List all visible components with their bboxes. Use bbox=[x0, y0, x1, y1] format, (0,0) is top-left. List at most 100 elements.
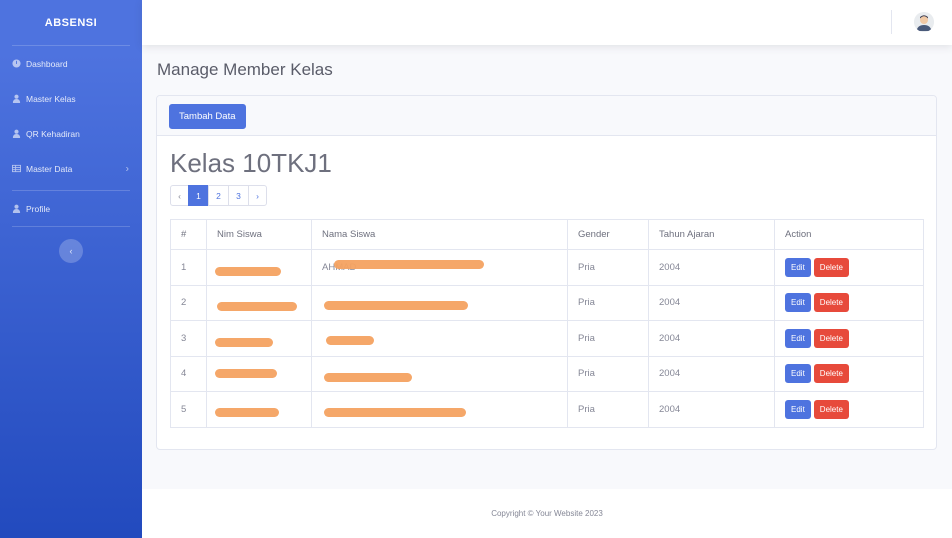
column-header-tahun: Tahun Ajaran bbox=[648, 219, 775, 250]
sidebar-item-label: Dashboard bbox=[26, 58, 68, 69]
sidebar-toggle-button[interactable]: ‹ bbox=[59, 239, 83, 263]
gender-cell: Pria bbox=[567, 249, 649, 286]
sidebar-item-master-data[interactable]: Master Data › bbox=[0, 151, 142, 186]
table-row: 5 Pria 2004 Edit Delete bbox=[170, 391, 924, 428]
avatar[interactable] bbox=[914, 12, 934, 32]
delete-button[interactable]: Delete bbox=[813, 257, 849, 277]
topbar-divider bbox=[891, 10, 892, 34]
table-row: 1 AHMAD Pria 2004 EditDelete bbox=[170, 249, 924, 286]
member-card: Tambah Data Kelas 10TKJ1 ‹ 1 2 3 › # Nim… bbox=[156, 95, 937, 450]
add-data-button[interactable]: Tambah Data bbox=[169, 104, 246, 129]
card-header: Tambah Data bbox=[157, 96, 936, 136]
nama-cell bbox=[311, 355, 568, 392]
class-title: Kelas 10TKJ1 bbox=[170, 148, 332, 178]
tahun-cell: 2004 bbox=[648, 284, 775, 321]
gender-cell: Pria bbox=[567, 391, 649, 428]
nim-cell bbox=[206, 320, 312, 357]
user-avatar-icon bbox=[914, 12, 934, 32]
nama-cell bbox=[311, 320, 568, 357]
nim-cell bbox=[206, 249, 312, 286]
tahun-cell: 2004 bbox=[648, 249, 775, 286]
brand-title[interactable]: ABSENSI bbox=[0, 0, 142, 45]
action-cell: Edit Delete bbox=[774, 391, 924, 428]
delete-button[interactable]: Delete bbox=[813, 293, 849, 313]
pagination: ‹ 1 2 3 › bbox=[170, 185, 267, 206]
delete-button[interactable]: Delete bbox=[813, 399, 849, 419]
table-row: 2 Pria 2004 Edit Delete bbox=[170, 284, 924, 321]
edit-button[interactable]: Edit bbox=[785, 328, 811, 348]
copyright-text: Copyright © Your Website 2023 bbox=[491, 509, 603, 518]
pagination-page-1[interactable]: 1 bbox=[188, 185, 209, 206]
sidebar-item-label: Profile bbox=[26, 203, 51, 214]
column-header-nim: Nim Siswa bbox=[206, 219, 312, 250]
redaction-mark bbox=[215, 369, 277, 379]
sidebar: ABSENSI Dashboard Master Kelas QR Kehadi… bbox=[0, 0, 142, 538]
sidebar-item-qr-kehadiran[interactable]: QR Kehadiran bbox=[0, 116, 142, 151]
pagination-page-2[interactable]: 2 bbox=[208, 185, 229, 206]
footer: Copyright © Your Website 2023 bbox=[142, 489, 952, 538]
redaction-mark bbox=[215, 266, 281, 276]
redaction-mark bbox=[326, 335, 374, 345]
row-number: 2 bbox=[170, 284, 207, 321]
edit-button[interactable]: Edit bbox=[785, 399, 811, 419]
nim-cell bbox=[206, 284, 312, 321]
redaction-mark bbox=[215, 337, 273, 347]
pagination-prev[interactable]: ‹ bbox=[170, 185, 189, 206]
edit-button[interactable]: Edit bbox=[785, 364, 811, 384]
row-number: 4 bbox=[170, 355, 207, 392]
sidebar-item-master-kelas[interactable]: Master Kelas bbox=[0, 81, 142, 116]
sidebar-item-profile[interactable]: Profile bbox=[0, 191, 142, 226]
chevron-left-icon: ‹ bbox=[69, 246, 73, 256]
delete-button[interactable]: Delete bbox=[813, 364, 849, 384]
tahun-cell: 2004 bbox=[648, 320, 775, 357]
gender-cell: Pria bbox=[567, 355, 649, 392]
delete-button[interactable]: Delete bbox=[813, 328, 849, 348]
nim-cell bbox=[206, 391, 312, 428]
column-header-no: # bbox=[170, 219, 207, 250]
page-title: Manage Member Kelas bbox=[157, 60, 333, 79]
action-cell: Edit Delete bbox=[774, 249, 924, 286]
dashboard-icon bbox=[11, 59, 21, 69]
chevron-right-icon: › bbox=[125, 163, 129, 174]
sidebar-item-dashboard[interactable]: Dashboard bbox=[0, 46, 142, 81]
tahun-cell: 2004 bbox=[648, 355, 775, 392]
user-icon bbox=[11, 204, 21, 214]
sidebar-item-label: QR Kehadiran bbox=[26, 128, 80, 139]
pagination-next[interactable]: › bbox=[248, 185, 267, 206]
tahun-cell: 2004 bbox=[648, 391, 775, 428]
table-icon bbox=[11, 164, 21, 174]
user-icon bbox=[11, 94, 21, 104]
redaction-mark bbox=[324, 373, 412, 383]
row-number: 3 bbox=[170, 320, 207, 357]
column-header-nama: Nama Siswa bbox=[311, 219, 568, 250]
redaction-mark bbox=[217, 302, 297, 312]
sidebar-item-label: Master Data bbox=[26, 163, 73, 174]
edit-button[interactable]: Edit bbox=[785, 293, 811, 313]
gender-cell: Pria bbox=[567, 320, 649, 357]
user-icon bbox=[11, 129, 21, 139]
table-header-row: # Nim Siswa Nama Siswa Gender Tahun Ajar… bbox=[170, 219, 924, 250]
pagination-page-3[interactable]: 3 bbox=[228, 185, 249, 206]
sidebar-divider bbox=[12, 226, 130, 227]
action-cell: Edit Delete bbox=[774, 284, 924, 321]
row-number: 5 bbox=[170, 391, 207, 428]
redaction-mark bbox=[324, 301, 468, 311]
nama-cell bbox=[311, 391, 568, 428]
redaction-mark bbox=[324, 407, 466, 417]
column-header-gender: Gender bbox=[567, 219, 649, 250]
action-cell: Edit Delete bbox=[774, 355, 924, 392]
action-cell: Edit Delete bbox=[774, 320, 924, 357]
column-header-action: Action bbox=[774, 219, 924, 250]
nama-wrap: AHMAD bbox=[322, 259, 484, 273]
table-row: 4 Pria 2004 Edit Delete bbox=[170, 355, 924, 392]
table-row: 3 Pria 2004 Edit Delete bbox=[170, 320, 924, 357]
row-number: 1 bbox=[170, 249, 207, 286]
nama-cell bbox=[311, 284, 568, 321]
nim-cell bbox=[206, 355, 312, 392]
redaction-mark bbox=[334, 259, 484, 269]
sidebar-item-label: Master Kelas bbox=[26, 93, 76, 104]
member-table: # Nim Siswa Nama Siswa Gender Tahun Ajar… bbox=[170, 219, 924, 428]
edit-button[interactable]: Edit bbox=[785, 257, 811, 277]
nama-cell: AHMAD bbox=[311, 249, 568, 286]
gender-cell: Pria bbox=[567, 284, 649, 321]
